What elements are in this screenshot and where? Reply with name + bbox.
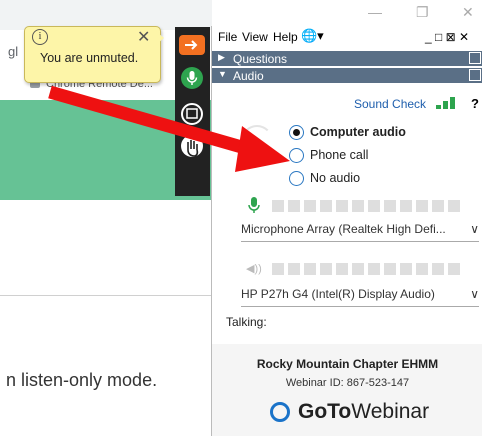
radio-button-selected[interactable]	[289, 125, 304, 140]
minimize-window-button[interactable]: —	[368, 4, 382, 20]
meter-segment	[368, 200, 380, 212]
meter-segment	[352, 200, 364, 212]
microphone-icon[interactable]	[179, 65, 205, 91]
meter-segment	[432, 263, 444, 275]
restore-window-button[interactable]: ❐	[416, 4, 429, 21]
signal-strength-icon	[436, 97, 458, 109]
speaker-device-select[interactable]: HP P27h G4 (Intel(R) Display Audio) ∨	[241, 287, 482, 307]
info-icon: i	[32, 29, 48, 45]
menu-bar: File View Help 🌐▾ _ □ ⊠ ✕	[212, 26, 482, 48]
meter-segment	[304, 200, 316, 212]
meter-segment	[320, 200, 332, 212]
no-audio-label: No audio	[310, 171, 361, 185]
microphone-device-value: Microphone Array (Realtek High Defi...	[241, 222, 446, 236]
meter-segment	[288, 263, 300, 275]
meter-segment	[336, 263, 348, 275]
microphone-device-select[interactable]: Microphone Array (Realtek High Defi... ∨	[241, 222, 482, 242]
questions-section-label: Questions	[233, 52, 288, 66]
page-divider	[0, 295, 212, 296]
radio-button[interactable]	[289, 171, 304, 186]
loading-spinner-icon	[241, 125, 273, 157]
close-icon[interactable]: ✕	[137, 27, 150, 47]
popout-icon[interactable]	[469, 69, 481, 81]
help-icon[interactable]: ?	[471, 96, 479, 111]
questions-section-header[interactable]: ▶ Questions	[212, 51, 482, 66]
logo-light-text: Webinar	[351, 400, 430, 423]
chevron-down-icon: ∨	[470, 287, 479, 301]
audio-section-header[interactable]: ▼ Audio	[212, 68, 482, 83]
tooltip-pointer	[152, 28, 164, 48]
meter-segment	[400, 200, 412, 212]
collapse-triangle-icon: ▼	[218, 69, 227, 79]
language-globe-icon[interactable]: 🌐▾	[301, 28, 324, 44]
tooltip-message: You are unmuted.	[40, 51, 139, 65]
logo-bold-text: GoTo	[298, 400, 352, 423]
meter-segment	[432, 200, 444, 212]
popout-icon[interactable]	[469, 52, 481, 64]
tab-title-fragment: gl	[8, 44, 19, 59]
meter-segment	[320, 263, 332, 275]
meter-segment	[304, 263, 316, 275]
gotowebinar-flower-icon	[270, 402, 290, 422]
audio-section-label: Audio	[233, 69, 264, 83]
radio-button[interactable]	[289, 148, 304, 163]
chevron-down-icon: ∨	[470, 222, 479, 236]
select-underline	[241, 241, 479, 242]
gotowebinar-panel: File View Help 🌐▾ _ □ ⊠ ✕ ▶ Questions ▼ …	[211, 26, 482, 436]
talking-label: Talking:	[226, 315, 267, 329]
listen-only-text: n listen-only mode.	[6, 370, 158, 390]
meter-segment	[272, 263, 284, 275]
arrow-right-icon[interactable]	[179, 35, 205, 55]
close-window-button[interactable]: ✕	[462, 4, 474, 21]
meter-segment	[448, 263, 460, 275]
meter-segment	[416, 200, 428, 212]
meter-segment	[352, 263, 364, 275]
menu-view[interactable]: View	[242, 30, 268, 44]
sound-check-link[interactable]: Sound Check	[354, 97, 426, 111]
phone-call-label: Phone call	[310, 148, 369, 162]
meter-segment	[288, 200, 300, 212]
raise-hand-icon[interactable]	[179, 135, 205, 161]
unmuted-tooltip: i ✕ You are unmuted.	[24, 26, 161, 83]
panel-window-controls[interactable]: _ □ ⊠ ✕	[425, 30, 469, 44]
webinar-id: Webinar ID: 867-523-147	[285, 377, 410, 389]
speaker-device-value: HP P27h G4 (Intel(R) Display Audio)	[241, 287, 435, 301]
meter-segment	[336, 200, 348, 212]
meter-segment	[384, 263, 396, 275]
meter-segment	[448, 200, 460, 212]
microphone-level-icon	[248, 197, 260, 219]
screen-icon[interactable]	[179, 101, 205, 127]
gotowebinar-control-strip	[175, 27, 210, 196]
select-underline	[241, 306, 479, 307]
meter-segment	[384, 200, 396, 212]
menu-help[interactable]: Help	[273, 30, 298, 44]
computer-audio-label: Computer audio	[310, 125, 406, 139]
expand-triangle-icon: ▶	[218, 52, 225, 62]
speaker-level-icon: ◀))	[246, 263, 262, 275]
meter-segment	[416, 263, 428, 275]
menu-file[interactable]: File	[218, 30, 237, 44]
window-controls: — ❐ ✕	[360, 4, 482, 24]
organizer-name: Rocky Mountain Chapter EHMM	[256, 357, 439, 371]
meter-segment	[400, 263, 412, 275]
meter-segment	[368, 263, 380, 275]
meter-segment	[272, 200, 284, 212]
